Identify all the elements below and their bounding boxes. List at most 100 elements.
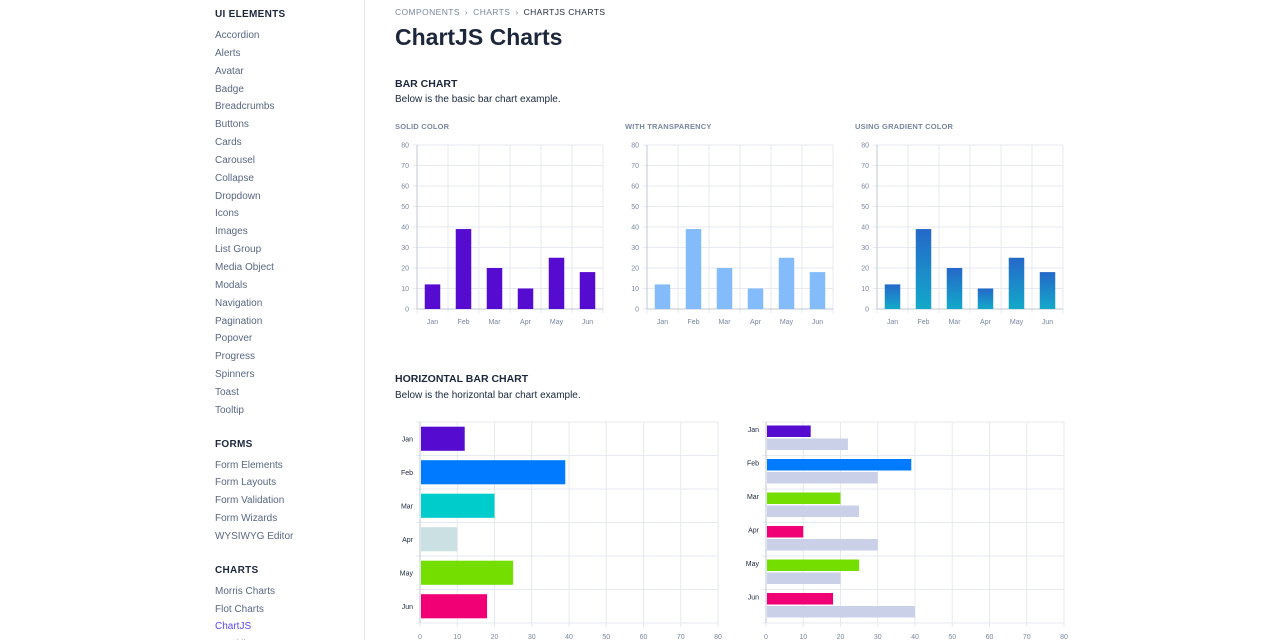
x-tick-label: 50 (948, 634, 956, 640)
breadcrumb-item-charts[interactable]: CHARTS (473, 7, 510, 17)
bar-apr-series-2 (767, 539, 878, 551)
horizontal-bar-chart-single: 0 10 20 30 40 50 60 70 80 Jan Feb Mar Apr May Jun (400, 421, 722, 640)
sidebar-item-sparkline[interactable]: Sparkline (215, 636, 355, 640)
sidebar-item-spinners[interactable]: Spinners (215, 366, 355, 384)
bar-jun-series-1 (767, 593, 834, 605)
sidebar-item-avatar[interactable]: Avatar (215, 63, 355, 81)
bar-mar (486, 268, 503, 309)
sidebar-item-media-object[interactable]: Media Object (215, 259, 355, 277)
sidebar-item-form-layouts[interactable]: Form Layouts (215, 474, 355, 492)
x-tick-label: May (1010, 319, 1024, 326)
y-tick-label: 50 (401, 204, 409, 211)
y-tick-label: 60 (401, 184, 409, 191)
sidebar-item-icons[interactable]: Icons (215, 205, 355, 223)
bar-jan-series-1 (767, 425, 811, 437)
x-tick-label: Apr (520, 319, 532, 326)
sidebar-item-carousel[interactable]: Carousel (215, 152, 355, 170)
x-tick-label: Feb (917, 319, 929, 326)
nav-group-label: UI ELEMENTS (215, 9, 286, 20)
x-tick-label: 60 (640, 634, 648, 640)
x-tick-label: Jun (582, 319, 593, 326)
sidebar-item-flot-charts[interactable]: Flot Charts (215, 601, 355, 619)
sidebar-item-accordion[interactable]: Accordion (215, 27, 355, 45)
sidebar-item-collapse[interactable]: Collapse (215, 170, 355, 188)
chevron-right-icon: › (464, 7, 469, 17)
x-tick-label: 40 (911, 634, 919, 640)
y-tick-label: 70 (401, 163, 409, 170)
bar-jan (421, 426, 465, 451)
x-tick-label: 40 (565, 634, 573, 640)
bar-may (1008, 257, 1025, 309)
bar-apr (517, 288, 534, 309)
sidebar-item-alerts[interactable]: Alerts (215, 45, 355, 63)
y-tick-label: 10 (861, 286, 869, 293)
y-tick-label: May (746, 561, 760, 568)
sidebar-item-list-group[interactable]: List Group (215, 241, 355, 259)
horizontal-bar-section-description: Below is the horizontal bar chart exampl… (395, 390, 581, 401)
x-tick-label: 10 (799, 634, 807, 640)
y-tick-label: 80 (631, 143, 639, 150)
y-tick-label: 0 (865, 307, 869, 314)
sidebar-item-breadcrumbs[interactable]: Breadcrumbs (215, 98, 355, 116)
bar-chart-section-description: Below is the basic bar chart example. (395, 94, 561, 105)
bar-apr-series-1 (767, 526, 804, 538)
x-tick-label: Apr (980, 319, 992, 326)
bar-may (548, 257, 565, 309)
sidebar-item-wysiwyg-editor[interactable]: WYSIWYG Editor (215, 528, 355, 546)
sidebar-item-form-validation[interactable]: Form Validation (215, 492, 355, 510)
sidebar-item-images[interactable]: Images (215, 223, 355, 241)
x-tick-label: Jan (887, 319, 898, 326)
y-tick-label: 20 (631, 266, 639, 273)
y-tick-label: 10 (631, 286, 639, 293)
y-tick-label: 30 (401, 245, 409, 252)
sidebar-item-morris-charts[interactable]: Morris Charts (215, 583, 355, 601)
bar-jun (809, 272, 826, 309)
sidebar-item-navigation[interactable]: Navigation (215, 295, 355, 313)
bar-may (778, 257, 795, 309)
nav-group-ui-elements: UI ELEMENTS Accordion Alerts Avatar Badge Bre… (215, 8, 355, 420)
nav-group-label: FORMS (215, 438, 253, 450)
sidebar-item-tooltip[interactable]: Tooltip (215, 402, 355, 420)
sidebar-item-chartjs[interactable]: ChartJS (215, 618, 355, 636)
bar-chart-solid: 0 10 20 30 40 50 60 70 80 Jan Feb Mar Apr May Jun (401, 143, 604, 326)
bar-jan-series-2 (767, 438, 848, 450)
sidebar-item-form-elements[interactable]: Form Elements (215, 457, 355, 475)
sidebar-item-dropdown[interactable]: Dropdown (215, 188, 355, 206)
y-tick-label: 30 (861, 245, 869, 252)
x-tick-label: 80 (714, 634, 722, 640)
x-tick-label: 70 (1023, 634, 1031, 640)
y-tick-label: Apr (402, 537, 414, 544)
sidebar-item-progress[interactable]: Progress (215, 348, 355, 366)
x-tick-label: 70 (677, 634, 685, 640)
sidebar-item-form-wizards[interactable]: Form Wizards (215, 510, 355, 528)
bar-chart-section-title: BAR CHART (395, 78, 458, 90)
y-tick-label: 20 (401, 266, 409, 273)
sidebar-nav: UI ELEMENTS Accordion Alerts Avatar Badge Bre… (215, 8, 355, 640)
x-tick-label: Mar (488, 319, 501, 326)
sidebar-item-modals[interactable]: Modals (215, 277, 355, 295)
x-tick-label: Mar (718, 319, 731, 326)
y-tick-label: Jan (402, 436, 413, 443)
bar-apr (977, 288, 994, 309)
breadcrumb-item-components[interactable]: COMPONENTS (395, 7, 460, 17)
sidebar-item-toast[interactable]: Toast (215, 384, 355, 402)
x-tick-label: 20 (491, 634, 499, 640)
y-tick-label: 60 (631, 184, 639, 191)
bar-chart-gradient: 0 10 20 30 40 50 60 70 80 Jan Feb Mar Apr May Jun (861, 143, 1064, 326)
x-tick-label: Feb (687, 319, 699, 326)
bar-mar (421, 493, 495, 518)
sidebar-item-cards[interactable]: Cards (215, 134, 355, 152)
x-tick-label: Jun (812, 319, 823, 326)
main-content: COMPONENTS › CHARTS › CHARTJS CHARTS ChartJS… (395, 0, 1280, 640)
sidebar-item-popover[interactable]: Popover (215, 330, 355, 348)
chevron-right-icon: › (515, 7, 519, 17)
sidebar-item-pagination[interactable]: Pagination (215, 313, 355, 331)
bar-jun (579, 272, 596, 309)
x-tick-label: Jan (427, 319, 438, 326)
bar-jun (1039, 272, 1056, 309)
sidebar: UI ELEMENTS Accordion Alerts Avatar Badge Bre… (0, 0, 365, 640)
x-tick-label: May (550, 319, 564, 326)
sidebar-item-buttons[interactable]: Buttons (215, 116, 355, 134)
bar-may-series-2 (767, 572, 841, 584)
sidebar-item-badge[interactable]: Badge (215, 81, 355, 99)
